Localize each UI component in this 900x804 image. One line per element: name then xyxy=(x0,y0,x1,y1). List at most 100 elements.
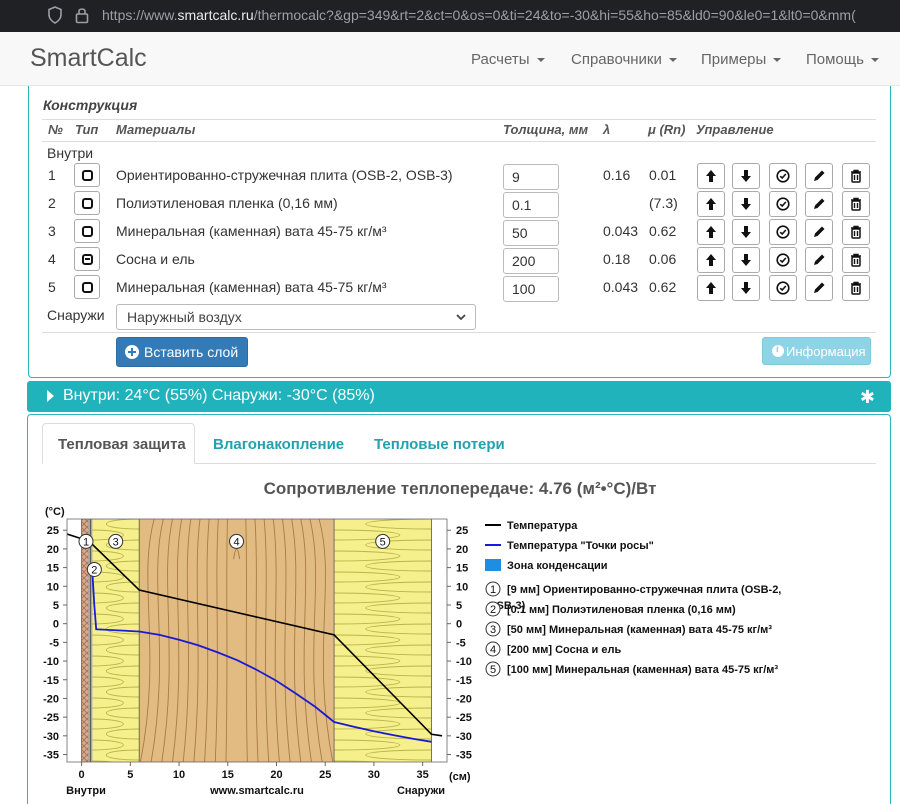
layer-3-fill xyxy=(90,519,140,762)
arrow-down-button[interactable] xyxy=(732,247,760,273)
layer-material[interactable]: Полиэтиленовая пленка (0,16 мм) xyxy=(116,195,338,211)
divider xyxy=(42,332,876,333)
check-circle-button[interactable] xyxy=(769,191,797,217)
trash-icon xyxy=(851,253,861,267)
layer-lambda: 0.18 xyxy=(603,251,631,267)
pencil-button[interactable] xyxy=(805,191,833,217)
layer-mu: 0.01 xyxy=(649,167,677,183)
trash-button[interactable] xyxy=(842,275,870,301)
info-button[interactable]: Информация xyxy=(762,337,871,365)
arrow-down-button[interactable] xyxy=(732,163,760,189)
caret-down-icon xyxy=(536,58,545,63)
inside-label: Внутри xyxy=(47,145,94,161)
check-circle-button[interactable] xyxy=(769,163,797,189)
layer-mu: 0.62 xyxy=(649,223,677,239)
check-circle-button[interactable] xyxy=(769,247,797,273)
y-tick-label-left: -10 xyxy=(43,656,59,668)
layer-type-button[interactable] xyxy=(74,275,100,299)
arrow-up-button[interactable] xyxy=(697,219,725,245)
trash-button[interactable] xyxy=(842,163,870,189)
divider xyxy=(42,119,876,120)
nav-label: Помощь xyxy=(806,51,864,68)
check-circle-button[interactable] xyxy=(769,219,797,245)
y-tick-label-right: -15 xyxy=(456,675,472,687)
y-tick-label-left: -35 xyxy=(43,750,59,762)
y-tick-label-right: -20 xyxy=(456,693,472,705)
layer-type-button[interactable] xyxy=(74,247,100,271)
y-tick-label-right: 0 xyxy=(456,619,462,631)
insert-layer-label: Вставить слой xyxy=(144,344,239,360)
layer-1-marker-label: 1 xyxy=(83,536,89,548)
y-tick-label-left: 5 xyxy=(53,600,59,612)
trash-button[interactable] xyxy=(842,191,870,217)
outside-label: Снаружи xyxy=(47,307,105,323)
thickness-input[interactable]: 0.1 xyxy=(503,192,559,218)
layer-material[interactable]: Минеральная (каменная) вата 45-75 кг/м³ xyxy=(116,279,387,295)
trash-button[interactable] xyxy=(842,247,870,273)
nav-item-examples[interactable]: Примеры xyxy=(701,51,782,68)
thickness-input[interactable]: 9 xyxy=(503,164,559,190)
y-tick-label-left: -5 xyxy=(49,637,59,649)
arrow-up-button[interactable] xyxy=(697,163,725,189)
arrow-down-button[interactable] xyxy=(732,275,760,301)
thickness-input[interactable]: 200 xyxy=(503,248,559,274)
nav-item-help[interactable]: Помощь xyxy=(806,51,879,68)
layer-type-button[interactable] xyxy=(74,163,100,187)
arrow-up-button[interactable] xyxy=(697,275,725,301)
x-tick-label: 5 xyxy=(127,769,133,781)
arrow-down-button[interactable] xyxy=(732,191,760,217)
arrow-down-button[interactable] xyxy=(732,219,760,245)
address-bar[interactable]: https://www.smartcalc.ru/thermocalc?&gp=… xyxy=(102,7,856,23)
legend-label: Температура "Точки росы" xyxy=(507,540,654,552)
pencil-button[interactable] xyxy=(805,163,833,189)
pencil-button[interactable] xyxy=(805,219,833,245)
trash-icon xyxy=(851,169,861,183)
x-left-label: Внутри xyxy=(66,785,106,797)
y-tick-label-right: -30 xyxy=(456,731,472,743)
layer-material[interactable]: Минеральная (каменная) вата 45-75 кг/м³ xyxy=(116,223,387,239)
browser-url-bar: https://www.smartcalc.ru/thermocalc?&gp=… xyxy=(0,0,900,32)
brand-logo[interactable]: SmartCalc xyxy=(30,44,147,73)
header-mu: μ (Rn) xyxy=(648,122,686,137)
inside-air xyxy=(67,519,82,762)
pencil-button[interactable] xyxy=(805,275,833,301)
nav-item-references[interactable]: Справочники xyxy=(571,51,677,68)
tab-moisture-accumulation[interactable]: Влагонакопление xyxy=(213,436,344,453)
trash-button[interactable] xyxy=(842,219,870,245)
thickness-input[interactable]: 100 xyxy=(503,276,559,302)
conditions-bar[interactable]: Внутри: 24°C (55%) Снаружи: -30°C (85%) … xyxy=(27,381,891,412)
legend-number: 3 xyxy=(490,624,496,636)
shield-icon[interactable] xyxy=(47,6,63,24)
header-lambda: λ xyxy=(603,122,611,137)
layer-material[interactable]: Сосна и ель xyxy=(116,251,195,267)
url-prefix: https://www. xyxy=(102,7,178,23)
outside-select[interactable]: Наружный воздух xyxy=(116,304,476,330)
layer-type-button[interactable] xyxy=(74,219,100,243)
y-tick-label-left: -30 xyxy=(43,731,59,743)
insert-layer-button[interactable]: Вставить слой xyxy=(116,337,248,367)
legend-label: [9 мм] Ориентированно-стружечная плита (… xyxy=(507,584,781,596)
arrow-up-icon xyxy=(706,170,716,182)
arrow-up-icon xyxy=(706,226,716,238)
tab-thermal-protection[interactable]: Тепловая защита xyxy=(42,423,195,464)
pencil-button[interactable] xyxy=(805,247,833,273)
y-tick-label-left: 15 xyxy=(47,563,59,575)
x-tick-label: 0 xyxy=(79,769,85,781)
tab-heat-loss[interactable]: Тепловые потери xyxy=(374,436,505,453)
layer-type-button[interactable] xyxy=(74,191,100,215)
snowflake-icon[interactable]: ✱ xyxy=(860,387,875,408)
arrow-up-button[interactable] xyxy=(697,191,725,217)
x-center-label: www.smartcalc.ru xyxy=(209,785,304,797)
check-circle-button[interactable] xyxy=(769,275,797,301)
thickness-input[interactable]: 50 xyxy=(503,220,559,246)
layer-mu: 0.62 xyxy=(649,279,677,295)
layer-5-marker-label: 5 xyxy=(380,536,386,548)
pencil-icon xyxy=(814,282,825,293)
arrow-down-icon xyxy=(741,198,751,210)
y-tick-label-right: -5 xyxy=(456,637,466,649)
nav-item-calculations[interactable]: Расчеты xyxy=(471,51,545,68)
arrow-up-button[interactable] xyxy=(697,247,725,273)
layer-type-icon xyxy=(82,170,93,181)
layer-material[interactable]: Ориентированно-стружечная плита (OSB-2, … xyxy=(116,167,453,183)
lock-icon[interactable] xyxy=(75,6,89,24)
